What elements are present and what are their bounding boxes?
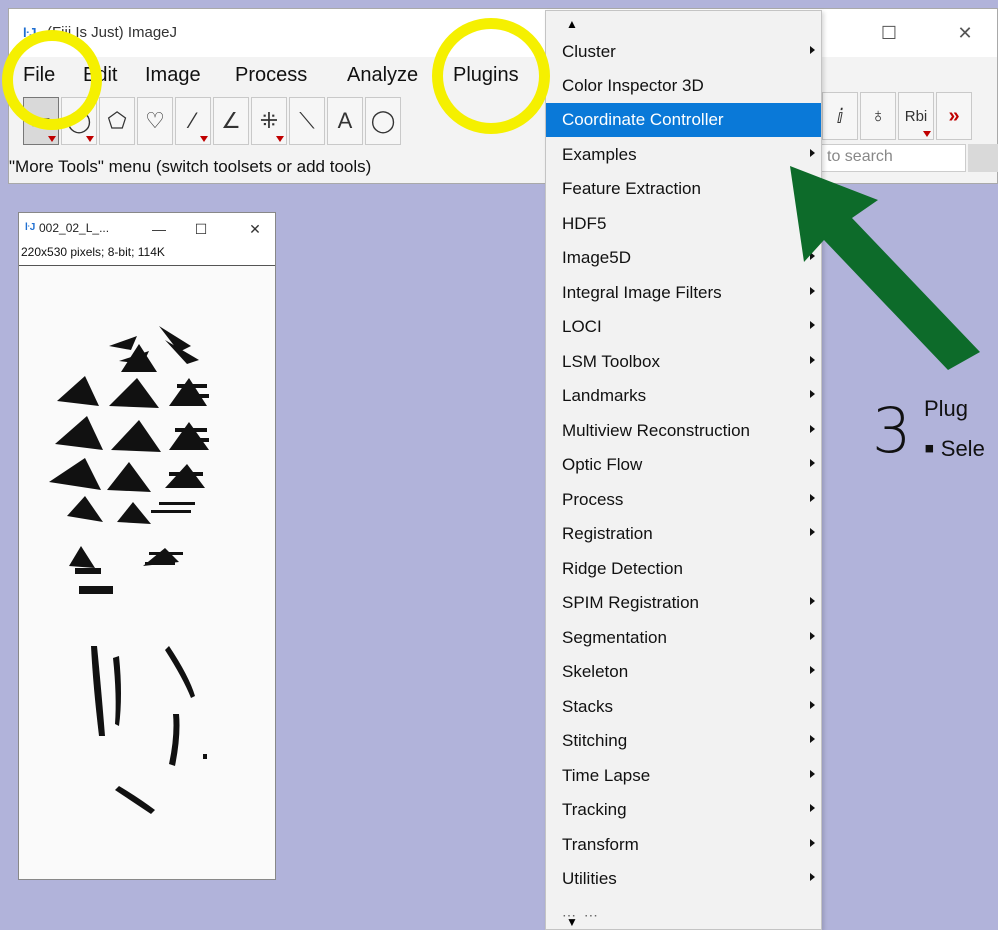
text-tool-icon[interactable]: A [327, 97, 363, 145]
roi-manager-button[interactable]: Rbi [898, 92, 934, 140]
imagej-icon: ŀJ [25, 222, 36, 233]
highlight-circle-file [2, 30, 102, 130]
menu-item-cluster[interactable]: Cluster [546, 35, 821, 69]
menu-item-optic-flow[interactable]: Optic Flow [546, 448, 821, 482]
more-tools-button[interactable]: » [936, 92, 972, 140]
submenu-arrow-icon [810, 425, 815, 433]
maximize-icon[interactable]: ☐ [187, 217, 215, 241]
freehand-tool-icon[interactable]: ♡ [137, 97, 173, 145]
polygon-tool-icon[interactable]: ⬠ [99, 97, 135, 145]
submenu-arrow-icon [810, 632, 815, 640]
submenu-arrow-icon [810, 701, 815, 709]
brush-icon[interactable]: ⅈ [822, 92, 858, 140]
menu-item-coordinate-controller[interactable]: Coordinate Controller [546, 103, 821, 137]
step-number: 3 [872, 394, 912, 467]
menu-item-skeleton[interactable]: Skeleton [546, 655, 821, 689]
submenu-arrow-icon [810, 597, 815, 605]
menu-analyze[interactable]: Analyze [347, 64, 418, 87]
submenu-arrow-icon [810, 528, 815, 536]
magnifier-tool-icon[interactable]: ◯ [365, 97, 401, 145]
image-window-title: 002_02_L_... [39, 221, 110, 235]
menu-item-process[interactable]: Process [546, 483, 821, 517]
wand-tool-icon[interactable]: ⟍ [289, 97, 325, 145]
submenu-arrow-icon [810, 770, 815, 778]
angle-tool-icon[interactable]: ∠ [213, 97, 249, 145]
menu-item-color-inspector-3d[interactable]: Color Inspector 3D [546, 69, 821, 103]
green-arrow-icon [790, 166, 980, 370]
menu-process[interactable]: Process [235, 64, 307, 87]
menu-item-registration[interactable]: Registration [546, 517, 821, 551]
menu-image[interactable]: Image [145, 64, 201, 87]
menu-item-ridge-detection[interactable]: Ridge Detection [546, 552, 821, 586]
image-info: 220x530 pixels; 8-bit; 114K [21, 245, 165, 259]
scroll-up-icon[interactable]: ▲ [566, 17, 586, 33]
plugins-dropdown: ▲ Cluster Color Inspector 3D Coordinate … [545, 10, 822, 930]
menu-item-stitching[interactable]: Stitching [546, 724, 821, 758]
image-window: ŀJ 002_02_L_... — ☐ ✕ 220x530 pixels; 8-… [18, 212, 276, 880]
status-text: "More Tools" menu (switch toolsets or ad… [9, 157, 372, 176]
shoeprint-image [49, 326, 209, 814]
annotation-line1: Plug [924, 396, 969, 421]
submenu-arrow-icon [810, 873, 815, 881]
close-icon[interactable]: ✕ [945, 19, 985, 47]
submenu-arrow-icon [810, 666, 815, 674]
point-tool-icon[interactable]: ⁜ [251, 97, 287, 145]
menu-item-utilities[interactable]: Utilities [546, 862, 821, 896]
close-icon[interactable]: ✕ [241, 217, 269, 241]
submenu-arrow-icon [810, 46, 815, 54]
maximize-icon[interactable]: ☐ [869, 19, 909, 47]
menu-item-transform[interactable]: Transform [546, 828, 821, 862]
minimize-icon[interactable]: — [145, 217, 173, 241]
submenu-arrow-icon [810, 735, 815, 743]
scroll-down-icon[interactable]: ▼ [566, 915, 586, 930]
line-tool-icon[interactable]: ⁄ [175, 97, 211, 145]
submenu-arrow-icon [810, 459, 815, 467]
submenu-arrow-icon [810, 804, 815, 812]
submenu-arrow-icon [810, 839, 815, 847]
dropper-icon[interactable]: ♁ [860, 92, 896, 140]
menu-item-tracking[interactable]: Tracking [546, 793, 821, 827]
image-canvas[interactable] [19, 265, 275, 879]
menu-item-spim-registration[interactable]: SPIM Registration [546, 586, 821, 620]
menu-item-landmarks[interactable]: Landmarks [546, 379, 821, 413]
menu-item-stacks[interactable]: Stacks [546, 690, 821, 724]
menu-item-multiview-reconstruction[interactable]: Multiview Reconstruction [546, 414, 821, 448]
image-titlebar[interactable]: ŀJ 002_02_L_... — ☐ ✕ [19, 213, 275, 245]
annotation-line2: ▪ Sele [924, 432, 985, 465]
menu-item-segmentation[interactable]: Segmentation [546, 621, 821, 655]
highlight-circle-plugins [432, 18, 550, 134]
submenu-arrow-icon [810, 390, 815, 398]
submenu-arrow-icon [810, 494, 815, 502]
menu-item-time-lapse[interactable]: Time Lapse [546, 759, 821, 793]
